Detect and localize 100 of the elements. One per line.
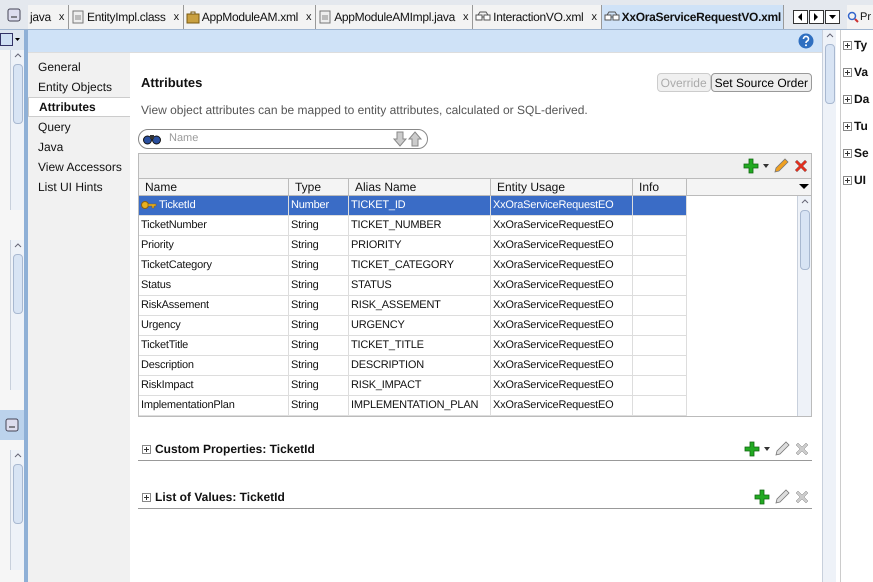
expand-icon[interactable] (843, 176, 852, 184)
expand-icon[interactable] (142, 444, 151, 454)
editor-tab[interactable]: InteractionVO.xml x (473, 5, 602, 29)
editor-tab[interactable]: AppModuleAMImpl.java x (316, 5, 474, 29)
property-group[interactable]: Da (854, 90, 870, 108)
property-group[interactable]: Va (854, 63, 868, 81)
delete-icon[interactable] (793, 158, 809, 174)
caret-icon[interactable] (764, 447, 770, 451)
nav-item[interactable]: Entity Objects (28, 77, 130, 97)
nav-item[interactable]: General (28, 57, 130, 77)
nav-item[interactable]: Java (28, 137, 130, 157)
editor-tab[interactable]: java x (28, 5, 70, 29)
scrollbar[interactable] (10, 450, 24, 570)
table-row[interactable]: TicketId Number TICKET_ID XxOraServiceRequestEO (139, 196, 687, 216)
scroll-thumb[interactable] (12, 64, 22, 124)
file-icon (71, 10, 86, 24)
expand-icon[interactable] (142, 492, 151, 502)
expand-icon[interactable] (843, 68, 852, 76)
tab-navigation-icon[interactable] (793, 10, 843, 24)
tab-label: InteractionVO.xml (493, 9, 584, 26)
column-header[interactable]: Type (289, 178, 349, 194)
scrollbar[interactable] (822, 30, 836, 582)
sort-arrows-icon[interactable] (393, 130, 423, 146)
section-header[interactable]: List of Values: TicketId (155, 488, 285, 506)
table-cell-text: XxOraServiceRequestEO (493, 218, 614, 233)
table-cell-text: TICKET_CATEGORY (351, 258, 454, 273)
section-header[interactable]: Custom Properties: TicketId (155, 440, 315, 458)
close-tab[interactable]: x (174, 8, 179, 26)
scrollbar[interactable] (10, 50, 24, 210)
nav-item[interactable]: Query (28, 117, 130, 137)
search-field[interactable]: Name (138, 128, 428, 148)
table-row[interactable]: TicketTitle String TICKET_TITLE XxOraServiceRequestEO (139, 336, 687, 356)
table-row[interactable]: RiskAssement String RISK_ASSEMENT XxOraServiceRequestEO (139, 296, 687, 316)
table-cell-text: String (291, 218, 319, 233)
property-group[interactable]: Tu (854, 117, 868, 135)
table-row[interactable]: RiskImpact String RISK_IMPACT XxOraServiceRequestEO (139, 376, 687, 396)
delete-icon[interactable] (794, 441, 810, 457)
section-title: Attributes (141, 74, 202, 92)
table-row[interactable]: Priority String PRIORITY XxOraServiceRequestEO (139, 236, 687, 256)
caret-icon[interactable] (763, 164, 769, 168)
scroll-thumb[interactable] (12, 254, 22, 314)
column-menu-icon[interactable] (799, 184, 809, 189)
column-header[interactable]: Alias Name (349, 178, 491, 194)
scroll-thumb[interactable] (800, 210, 810, 270)
close-tab[interactable]: x (58, 8, 64, 26)
nav-item[interactable]: Attributes (28, 97, 130, 117)
property-group[interactable]: UI (854, 171, 866, 189)
scroll-thumb[interactable] (824, 44, 834, 104)
table-cell-text: XxOraServiceRequestEO (493, 258, 614, 273)
add-icon[interactable] (743, 158, 759, 174)
table-row[interactable]: ImplementationPlan String IMPLEMENTATION_PLAN XxOraServiceRequestEO (139, 396, 687, 416)
table-cell-text: TicketCategory (141, 258, 212, 273)
table-cell-text: String (291, 258, 319, 273)
scrollbar[interactable] (10, 240, 24, 390)
table-cell-text: XxOraServiceRequestEO (493, 198, 614, 213)
table-cell-text: RiskImpact (141, 378, 194, 393)
add-icon[interactable] (744, 441, 760, 457)
expand-icon[interactable] (843, 94, 852, 104)
column-header[interactable]: Name (139, 178, 289, 194)
editor-tab[interactable]: XxOraServiceRequestVO.xml (602, 5, 784, 29)
table-cell-text: XxOraServiceRequestEO (493, 338, 614, 353)
close-tab[interactable]: x (306, 8, 312, 26)
scrollbar[interactable] (797, 196, 811, 416)
search-input[interactable]: Name (169, 130, 385, 147)
expand-icon[interactable] (843, 122, 852, 130)
scroll-thumb[interactable] (12, 464, 22, 524)
table-row[interactable]: TicketNumber String TICKET_NUMBER XxOraServiceRequestEO (139, 216, 687, 236)
editor-tab[interactable]: EntityImpl.class x (69, 5, 184, 29)
close-tab[interactable]: x (462, 8, 468, 26)
table-row[interactable]: Description String DESCRIPTION XxOraServiceRequestEO (139, 356, 687, 376)
editor-tab[interactable]: AppModuleAM.xml x (184, 5, 316, 29)
table-cell-text: String (291, 238, 319, 253)
add-icon[interactable] (754, 489, 770, 505)
dropdown-icon[interactable] (0, 32, 22, 48)
pencil-icon[interactable] (774, 441, 790, 457)
table-cell-text: Number (291, 198, 329, 213)
table-row[interactable]: Urgency String URGENCY XxOraServiceRequestEO (139, 316, 687, 336)
tab-label: java (30, 9, 51, 26)
expand-icon[interactable] (843, 148, 852, 158)
toolbar-button[interactable]: Set Source Order (710, 73, 812, 92)
pencil-icon[interactable] (773, 158, 789, 174)
help-icon[interactable] (798, 33, 814, 49)
minimize-icon[interactable] (7, 8, 21, 22)
nav-item[interactable]: View Accessors (28, 157, 130, 177)
column-header[interactable]: Entity Usage (491, 178, 633, 194)
binoculars-icon (143, 132, 161, 144)
table-row[interactable]: TicketCategory String TICKET_CATEGORY XxOraServiceRequestEO (139, 256, 687, 276)
property-group[interactable]: Ty (854, 36, 868, 54)
minimize-icon[interactable] (5, 418, 19, 432)
property-group[interactable]: Se (854, 144, 869, 162)
expand-icon[interactable] (843, 40, 852, 50)
table-cell-text: DESCRIPTION (351, 358, 424, 373)
table-row[interactable]: Status String STATUS XxOraServiceRequestEO (139, 276, 687, 296)
pencil-icon[interactable] (774, 489, 790, 505)
file-icon (318, 10, 332, 24)
nav-item[interactable]: List UI Hints (28, 177, 130, 197)
delete-icon[interactable] (794, 489, 810, 505)
column-header[interactable]: Info (633, 178, 687, 194)
table-cell-text: String (291, 358, 319, 373)
close-tab[interactable]: x (591, 8, 597, 26)
